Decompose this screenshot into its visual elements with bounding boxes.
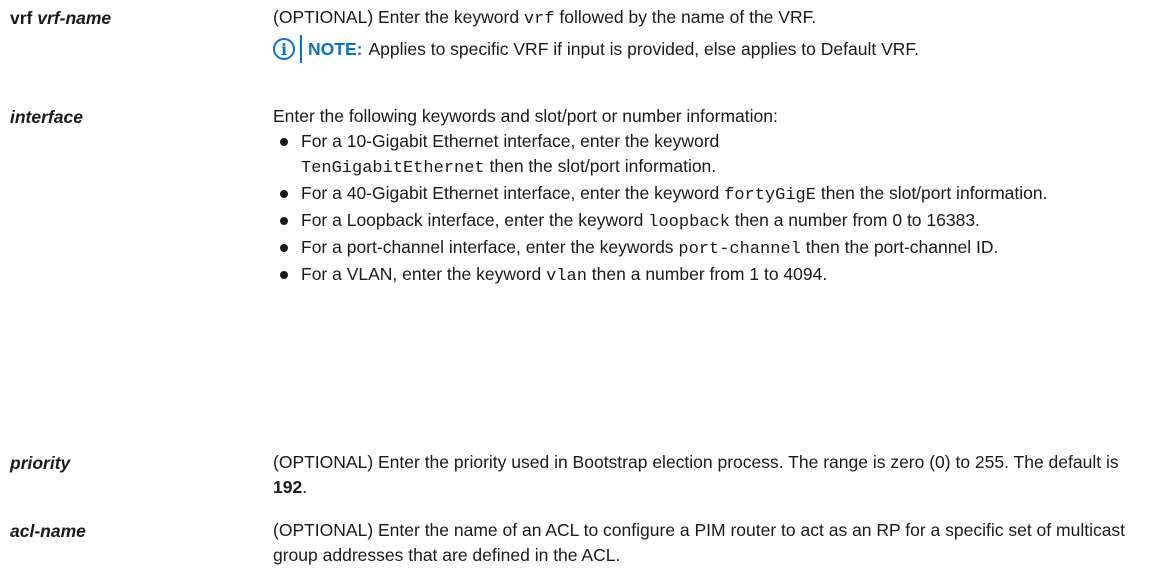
desc-text: (OPTIONAL) Enter the priority used in Bo… bbox=[273, 452, 1119, 472]
desc-text: followed by the name of the VRF. bbox=[554, 7, 817, 27]
desc-intro: Enter the following keywords and slot/po… bbox=[273, 106, 778, 126]
code-keyword: fortyGigE bbox=[724, 186, 816, 205]
desc-text: then the slot/port information. bbox=[815, 183, 1048, 203]
bullet-icon bbox=[280, 217, 288, 225]
param-description: (OPTIONAL) Enter the priority used in Bo… bbox=[273, 450, 1151, 500]
default-value: 192 bbox=[273, 477, 303, 497]
bullet-icon bbox=[280, 138, 288, 146]
note-divider bbox=[300, 35, 302, 63]
code-keyword: port-channel bbox=[678, 240, 801, 259]
param-term: interface bbox=[10, 107, 83, 128]
desc-text: (OPTIONAL) Enter the keyword bbox=[273, 7, 524, 27]
list-item: For a 40-Gigabit Ethernet interface, ent… bbox=[273, 181, 1151, 208]
desc-text: For a port-channel interface, enter the … bbox=[301, 237, 679, 257]
param-description: Enter the following keywords and slot/po… bbox=[273, 104, 1151, 289]
desc-text: then the slot/port information. bbox=[484, 156, 717, 176]
list-item: For a VLAN, enter the keyword vlan then … bbox=[273, 262, 1151, 289]
note-label: NOTE: bbox=[308, 38, 363, 59]
code-keyword: vrf bbox=[523, 10, 555, 29]
param-keyword: vrf bbox=[10, 8, 33, 28]
desc-text: For a VLAN, enter the keyword bbox=[301, 264, 547, 284]
bullet-icon bbox=[280, 244, 288, 252]
param-argument: priority bbox=[10, 453, 71, 473]
code-keyword: loopback bbox=[648, 213, 730, 232]
desc-text: For a 40-Gigabit Ethernet interface, ent… bbox=[301, 183, 725, 203]
note-callout: i NOTE: Applies to specific VRF if input… bbox=[273, 35, 1151, 63]
list-item: For a port-channel interface, enter the … bbox=[273, 235, 1151, 262]
param-argument: acl-name bbox=[10, 521, 86, 541]
list-item: For a 10-Gigabit Ethernet interface, ent… bbox=[273, 129, 1151, 181]
info-icon: i bbox=[273, 38, 295, 60]
code-keyword: TenGigabitEthernet bbox=[301, 159, 485, 178]
desc-text: For a Loopback interface, enter the keyw… bbox=[301, 210, 649, 230]
param-description: (OPTIONAL) Enter the keyword vrf followe… bbox=[273, 5, 1151, 63]
bullet-icon bbox=[280, 271, 288, 279]
param-argument: vrf-name bbox=[37, 8, 112, 28]
bullet-list: For a 10-Gigabit Ethernet interface, ent… bbox=[273, 129, 1151, 289]
parameter-table: vrf vrf-name (OPTIONAL) Enter the keywor… bbox=[0, 0, 1151, 571]
desc-text: then the port-channel ID. bbox=[800, 237, 999, 257]
param-term: acl-name bbox=[10, 521, 86, 542]
desc-text: For a 10-Gigabit Ethernet interface, ent… bbox=[301, 131, 720, 151]
desc-text: . bbox=[302, 477, 308, 497]
desc-text: then a number from 0 to 16383. bbox=[729, 210, 980, 230]
bullet-icon bbox=[280, 190, 288, 198]
code-keyword: vlan bbox=[546, 267, 587, 286]
param-description: (OPTIONAL) Enter the name of an ACL to c… bbox=[273, 520, 1126, 565]
note-text: Applies to specific VRF if input is prov… bbox=[368, 38, 919, 59]
desc-text: then a number from 1 to 4094. bbox=[586, 264, 828, 284]
param-term: priority bbox=[10, 453, 70, 474]
param-term: vrf vrf-name bbox=[10, 8, 111, 29]
param-argument: interface bbox=[10, 107, 83, 127]
list-item: For a Loopback interface, enter the keyw… bbox=[273, 208, 1151, 235]
